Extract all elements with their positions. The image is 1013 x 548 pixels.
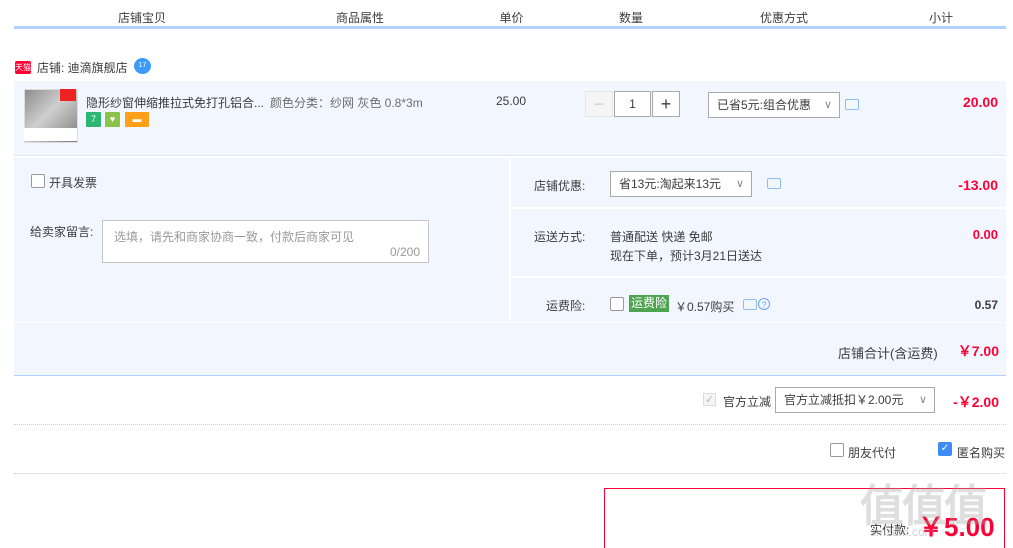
- table-header: 店铺宝贝 商品属性 单价 数量 优惠方式 小计: [14, 6, 1006, 28]
- friend-pay-label: 朋友代付: [848, 446, 897, 460]
- product-attribute: 颜色分类：纱网 灰色 0.8*3m: [270, 96, 423, 110]
- col-shop-item: 店铺宝贝: [117, 11, 166, 25]
- official-discount-checkbox[interactable]: ✓: [703, 393, 716, 406]
- shop-discount-select[interactable]: 省13元:淘起来13元 ∨: [610, 171, 752, 197]
- product-title-link[interactable]: 隐形纱窗伸缩推拉式免打孔铝合...: [86, 94, 266, 111]
- shop-discount-amount: -13.00: [958, 177, 998, 193]
- col-quantity: 数量: [618, 11, 643, 25]
- chevron-down-icon: ∨: [918, 394, 927, 406]
- col-unit-price: 单价: [499, 11, 524, 25]
- header-divider: [14, 26, 1006, 29]
- col-discount: 优惠方式: [759, 11, 808, 25]
- official-discount-select[interactable]: 官方立减抵扣￥2.00元 ∨: [775, 387, 935, 413]
- shipping-amount: 0.00: [972, 227, 998, 242]
- anonymous-checkbox[interactable]: ✓: [938, 442, 952, 456]
- shipping-eta: 现在下单，预计3月21日送达: [610, 249, 763, 263]
- thumbnail-promo-strip: [24, 128, 77, 141]
- invoice-label: 开具发票: [49, 176, 98, 190]
- seller-message-textarea[interactable]: 选填，请先和商家协商一致，付款后商家可见 0/200: [102, 220, 429, 263]
- service-guarantee-icon[interactable]: ♥: [105, 112, 120, 127]
- thumbnail-tag-icon: [60, 89, 76, 101]
- message-counter: 0/200: [389, 245, 420, 259]
- credit-card-icon[interactable]: ▬: [125, 112, 149, 127]
- insurance-amount: 0.57: [974, 298, 998, 312]
- shipping-label: 运送方式:: [534, 230, 586, 244]
- col-attributes: 商品属性: [335, 11, 384, 25]
- item-subtotal: 20.00: [962, 94, 998, 110]
- section-divider: [14, 424, 1006, 425]
- tmall-badge-icon: 天猫: [15, 61, 31, 74]
- quantity-decrease-button[interactable]: −: [585, 91, 613, 117]
- friend-pay-checkbox[interactable]: [830, 443, 844, 457]
- message-label: 给卖家留言:: [30, 225, 94, 239]
- chevron-down-icon: ∨: [823, 99, 832, 111]
- quantity-increase-button[interactable]: +: [652, 91, 680, 117]
- chevron-down-icon: ∨: [735, 178, 744, 190]
- shop-total-amount: ￥7.00: [957, 343, 999, 359]
- site-watermark-url: smzdm.com: [870, 525, 935, 539]
- order-item-row: [14, 81, 1006, 156]
- seven-day-return-icon[interactable]: 7: [86, 112, 101, 127]
- message-placeholder: 选填，请先和商家协商一致，付款后商家可见: [114, 230, 355, 244]
- shop-total-label: 店铺合计(含运费): [838, 346, 938, 361]
- insurance-badge: 运费险: [629, 295, 670, 312]
- quantity-input[interactable]: 1: [614, 91, 651, 117]
- section-divider: [14, 473, 1006, 474]
- insurance-price: ￥0.57购买: [675, 300, 735, 314]
- invoice-checkbox[interactable]: [31, 174, 45, 188]
- official-discount-amount: -￥2.00: [953, 394, 999, 410]
- unit-price: 25.00: [496, 94, 527, 108]
- item-discount-value: 已省5元:组合优惠: [717, 98, 812, 112]
- official-discount-label: 官方立减: [723, 395, 772, 409]
- wangwang-chat-icon[interactable]: 17: [134, 58, 151, 74]
- col-subtotal: 小计: [928, 11, 953, 25]
- shop-name-link[interactable]: 店铺: 迪滴旗舰店: [37, 59, 128, 76]
- chat-bubble-icon[interactable]: [743, 299, 757, 310]
- insurance-label: 运费险:: [546, 299, 586, 313]
- help-question-icon[interactable]: ?: [758, 298, 770, 310]
- anonymous-label: 匿名购买: [957, 446, 1006, 460]
- official-discount-value: 官方立减抵扣￥2.00元: [784, 393, 904, 407]
- item-discount-select[interactable]: 已省5元:组合优惠 ∨: [708, 92, 840, 118]
- chat-bubble-icon[interactable]: [845, 99, 859, 110]
- shop-discount-label: 店铺优惠:: [534, 179, 586, 193]
- chat-bubble-icon[interactable]: [767, 178, 781, 189]
- shop-discount-value: 省13元:淘起来13元: [619, 177, 722, 191]
- shipping-method: 普通配送 快递 免邮: [610, 230, 713, 244]
- insurance-checkbox[interactable]: [610, 297, 624, 311]
